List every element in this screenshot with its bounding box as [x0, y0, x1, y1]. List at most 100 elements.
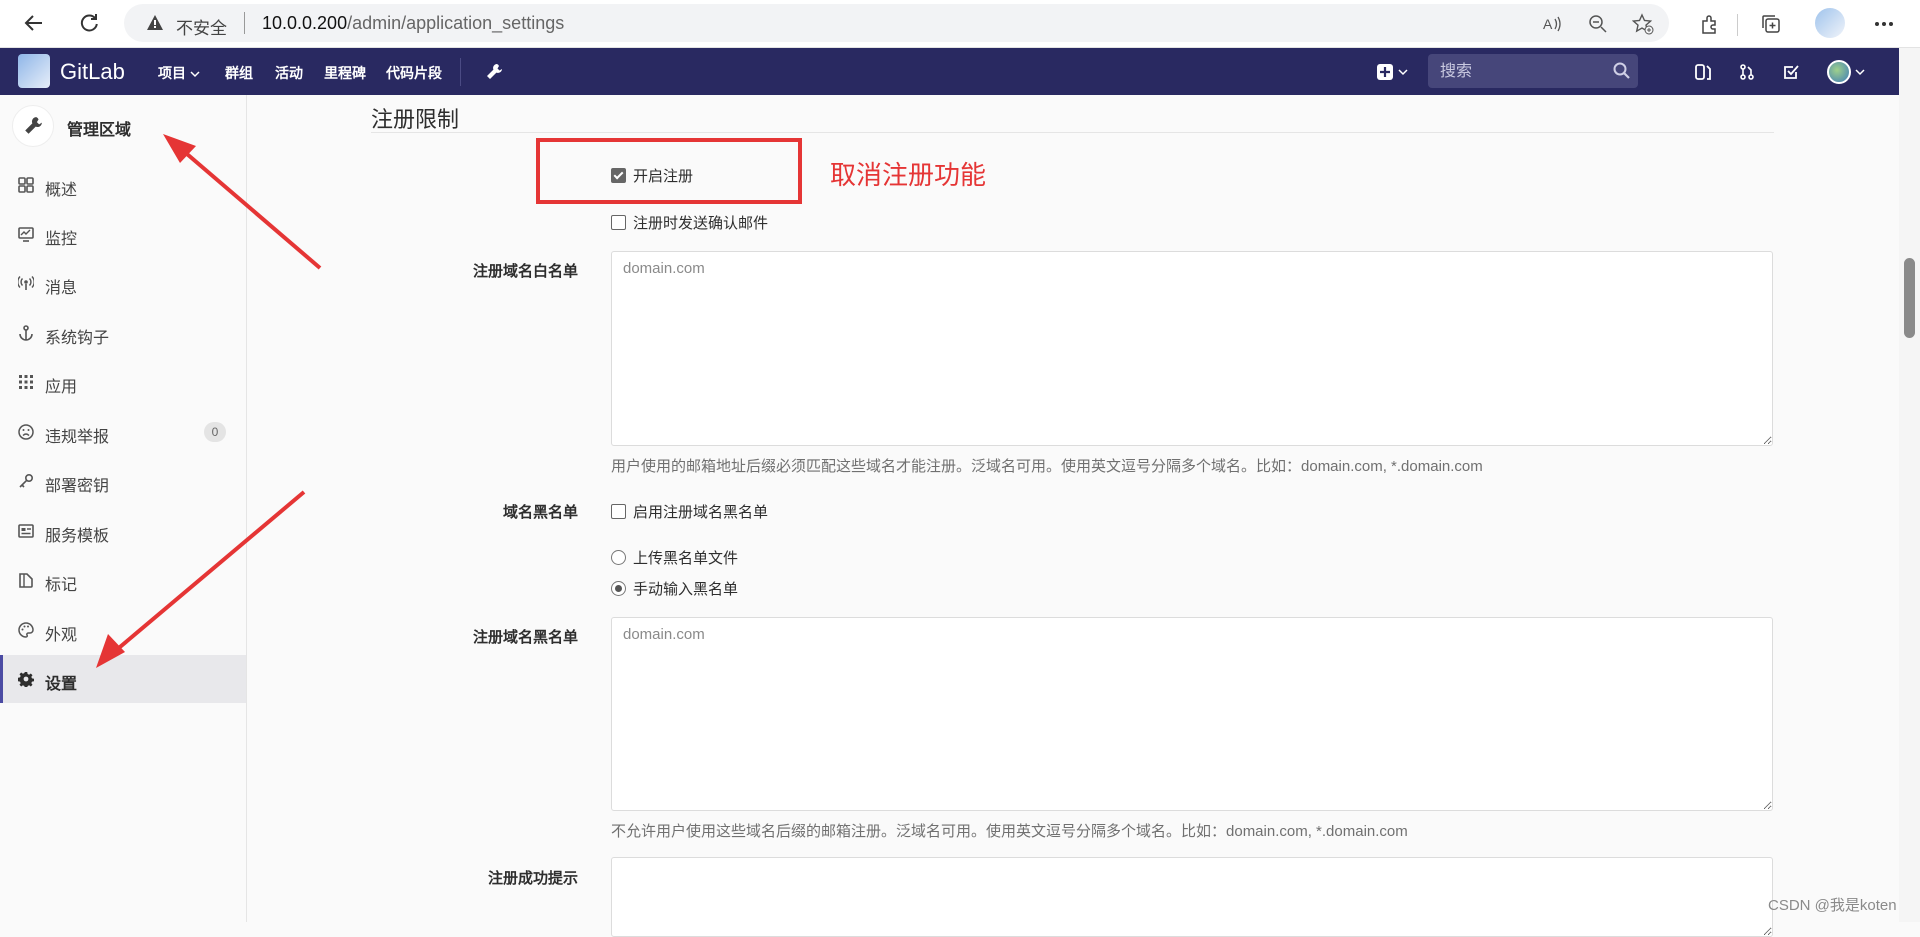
- sidebar-item-overview[interactable]: 概述: [0, 161, 246, 209]
- sidebar-item-labels[interactable]: 标记: [0, 556, 246, 604]
- section-title: 注册限制: [371, 107, 460, 132]
- gitlab-logo[interactable]: [18, 54, 50, 88]
- security-label: 不安全: [176, 19, 227, 38]
- nav-milestones[interactable]: 里程碑: [324, 63, 366, 83]
- nav-groups[interactable]: 群组: [225, 63, 253, 83]
- after-signup-textarea[interactable]: [611, 857, 1773, 937]
- label-icon: [17, 571, 35, 589]
- highlight-box: [536, 138, 802, 204]
- url-path: /admin/application_settings: [347, 13, 565, 33]
- sidebar-item-messages[interactable]: 消息: [0, 259, 246, 307]
- back-arrow-icon: [24, 15, 42, 31]
- count-badge: 0: [204, 422, 226, 442]
- reload-button[interactable]: [73, 9, 105, 37]
- palette-icon: [17, 621, 35, 639]
- sidebar-item-label: 设置: [45, 676, 78, 693]
- chevron-down-icon: [1855, 69, 1865, 76]
- blacklist-textarea[interactable]: [611, 617, 1773, 811]
- section-divider: [371, 132, 1774, 133]
- url-host: 10.0.0.200: [262, 13, 348, 33]
- sidebar-item-label: 违规举报: [45, 429, 110, 446]
- new-dropdown-button[interactable]: [1372, 60, 1412, 84]
- sidebar-item-label: 概述: [45, 182, 78, 199]
- favorite-add-icon[interactable]: [1632, 13, 1654, 35]
- browser-toolbar: 不安全 10.0.0.200/admin/application_setting…: [0, 0, 1920, 48]
- whitelist-textarea[interactable]: [611, 251, 1773, 446]
- broadcast-icon: [17, 274, 35, 292]
- extensions-icon[interactable]: [1697, 11, 1723, 37]
- monitor-icon: [17, 225, 35, 243]
- blacklist-label: 注册域名黑名单: [472, 629, 578, 646]
- scrollbar-thumb[interactable]: [1904, 258, 1915, 338]
- user-menu[interactable]: [1826, 60, 1866, 84]
- sidebar-item-label: 系统钩子: [45, 330, 110, 347]
- sidebar-item-applications[interactable]: 应用: [0, 358, 246, 406]
- gitlab-brand[interactable]: GitLab: [60, 59, 125, 85]
- header-divider: [460, 58, 461, 86]
- gear-icon: [17, 670, 35, 688]
- search-icon: [1613, 62, 1630, 79]
- nav-activity[interactable]: 活动: [275, 63, 303, 83]
- watermark: CSDN @我是koten: [1768, 897, 1897, 914]
- checkbox-unchecked[interactable]: [611, 504, 626, 519]
- profile-avatar[interactable]: [1815, 8, 1845, 38]
- sidebar-title: 管理区域: [67, 122, 132, 139]
- back-button[interactable]: [18, 9, 50, 37]
- sidebar-header[interactable]: 管理区域: [12, 105, 242, 147]
- anchor-icon: [17, 324, 35, 342]
- grid-icon: [17, 176, 35, 194]
- sidebar-item-abuse-reports[interactable]: 违规举报 0: [0, 408, 246, 456]
- after-signup-label: 注册成功提示: [487, 870, 578, 887]
- sidebar-item-deploy-keys[interactable]: 部署密钥: [0, 457, 246, 505]
- radio-off[interactable]: [611, 550, 626, 565]
- zoom-out-icon[interactable]: [1587, 13, 1609, 35]
- key-icon: [17, 472, 35, 490]
- nav-snippets[interactable]: 代码片段: [386, 63, 442, 83]
- frown-icon: [17, 423, 35, 441]
- more-menu-icon[interactable]: [1871, 11, 1897, 37]
- sidebar-item-monitoring[interactable]: 监控: [0, 210, 246, 258]
- sidebar-item-label: 服务模板: [45, 528, 110, 545]
- annotation-note: 取消注册功能: [830, 160, 987, 190]
- sidebar-item-label: 标记: [45, 577, 78, 594]
- gitlab-header: GitLab 项目 群组 活动 里程碑 代码片段: [0, 48, 1899, 95]
- svg-text:A: A: [1543, 16, 1553, 32]
- blacklist-toggle-label: 域名黑名单: [502, 504, 578, 521]
- sidebar-item-settings[interactable]: 设置: [0, 655, 246, 703]
- reload-icon: [80, 14, 98, 32]
- issues-icon[interactable]: [1691, 60, 1715, 84]
- admin-sidebar: 管理区域 概述 监控 消息 系统钩子 应用 违规举报 0 部署密钥 服务模板 标…: [0, 95, 247, 922]
- search-input[interactable]: [1438, 60, 1602, 84]
- blacklist-help: 不允许用户使用这些域名后缀的邮箱注册。泛域名可用。使用英文逗号分隔多个域名。比如…: [611, 823, 1408, 840]
- user-avatar: [1827, 60, 1851, 84]
- admin-wrench-icon[interactable]: [482, 60, 506, 84]
- merge-requests-icon[interactable]: [1735, 60, 1759, 84]
- radio-label: 手动输入黑名单: [633, 581, 739, 598]
- checkbox-label: 启用注册域名黑名单: [633, 504, 769, 521]
- toolbar-divider: [1737, 14, 1738, 36]
- radio-on[interactable]: [611, 581, 626, 596]
- checkbox-unchecked[interactable]: [611, 215, 626, 230]
- sidebar-item-appearance[interactable]: 外观: [0, 606, 246, 654]
- nav-projects[interactable]: 项目: [158, 63, 200, 83]
- address-bar[interactable]: 不安全 10.0.0.200/admin/application_setting…: [124, 4, 1669, 42]
- checkbox-label: 注册时发送确认邮件: [633, 215, 769, 232]
- chevron-down-icon: [1398, 69, 1408, 76]
- url-text: 10.0.0.200/admin/application_settings: [262, 13, 564, 34]
- nav-projects-label: 项目: [158, 65, 186, 81]
- apps-icon: [17, 373, 35, 391]
- page-scrollbar[interactable]: [1899, 48, 1920, 922]
- todos-icon[interactable]: [1779, 60, 1803, 84]
- template-icon: [17, 522, 35, 540]
- sidebar-item-label: 应用: [45, 379, 78, 396]
- sidebar-item-label: 外观: [45, 627, 78, 644]
- search-box[interactable]: [1428, 54, 1638, 88]
- read-aloud-icon[interactable]: A: [1541, 13, 1563, 35]
- sidebar-item-label: 消息: [45, 280, 78, 297]
- plus-square-icon: [1377, 64, 1393, 80]
- sidebar-item-service-templates[interactable]: 服务模板: [0, 507, 246, 555]
- sidebar-item-system-hooks[interactable]: 系统钩子: [0, 309, 246, 357]
- whitelist-label: 注册域名白名单: [472, 263, 578, 280]
- sidebar-item-label: 监控: [45, 231, 78, 248]
- collections-icon[interactable]: [1758, 11, 1784, 37]
